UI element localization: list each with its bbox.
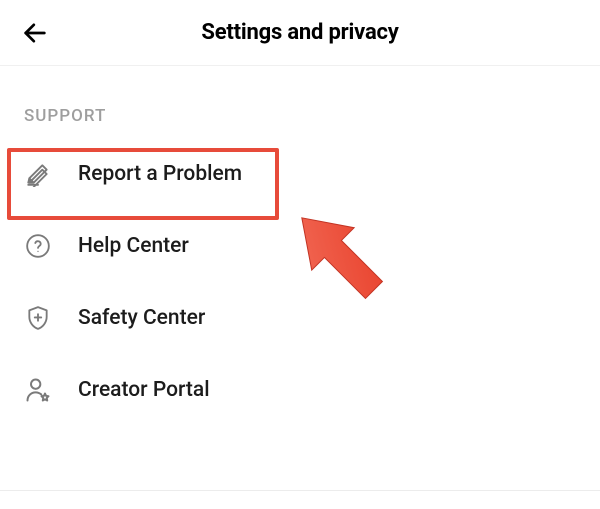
support-menu: Report a Problem Help Center Safety Cent… (0, 138, 600, 426)
page-title: Settings and privacy (0, 20, 600, 45)
divider (0, 490, 600, 491)
shield-plus-icon (24, 304, 52, 332)
menu-item-creator-portal[interactable]: Creator Portal (0, 354, 600, 426)
pencil-icon (24, 160, 52, 188)
question-circle-icon (24, 232, 52, 260)
section-label-support: SUPPORT (0, 66, 600, 138)
menu-item-help-center[interactable]: Help Center (0, 210, 600, 282)
menu-item-safety-center[interactable]: Safety Center (0, 282, 600, 354)
menu-item-label: Help Center (78, 234, 189, 258)
menu-item-label: Safety Center (78, 306, 205, 330)
person-star-icon (24, 376, 52, 404)
back-arrow-icon (21, 19, 49, 47)
back-button[interactable] (18, 16, 52, 50)
header: Settings and privacy (0, 0, 600, 66)
menu-item-label: Creator Portal (78, 378, 210, 402)
menu-item-label: Report a Problem (78, 162, 242, 186)
menu-item-report-a-problem[interactable]: Report a Problem (0, 138, 600, 210)
